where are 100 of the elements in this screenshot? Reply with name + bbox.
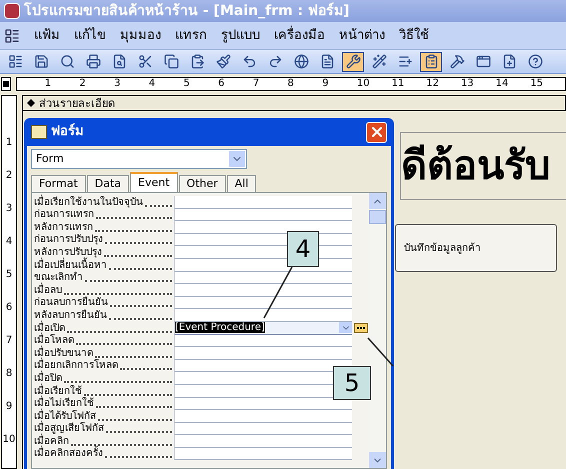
property-label: หลังการแทรก [34, 222, 93, 234]
property-value-field[interactable] [174, 196, 352, 209]
menu-icon[interactable] [4, 28, 20, 44]
property-value-field[interactable] [174, 309, 352, 322]
property-label: เมื่อยกเลิกการโหลด [34, 360, 118, 372]
list-view-icon [8, 54, 22, 69]
property-value: [Event Procedure] [175, 322, 265, 334]
property-label: เมื่อคลิก [34, 436, 69, 447]
ruler-number: 9 [322, 79, 330, 89]
property-label: เมื่อโหลด [34, 335, 74, 348]
menu-item[interactable]: มุมมอง [120, 26, 161, 46]
ruler-number: 2 [79, 79, 87, 89]
property-label: ก่อนลบการยืนยัน [34, 297, 108, 310]
property-value-field[interactable] [174, 334, 352, 348]
ruler-number: 3 [4, 204, 14, 216]
property-value-field[interactable] [174, 221, 352, 234]
ruler-number: 8 [288, 79, 295, 89]
property-value-field[interactable] [174, 208, 352, 222]
copy-icon [164, 54, 178, 69]
ruler-number: 3 [114, 79, 122, 89]
menu-item[interactable]: รูปแบบ [221, 26, 260, 46]
window-icon [476, 54, 490, 69]
dropdown-button[interactable] [339, 322, 352, 334]
ruler-number: 5 [4, 270, 14, 282]
clipboard-icon [190, 54, 204, 69]
property-label: เมื่อคลิกสองครั้ง [34, 448, 103, 460]
property-value-field[interactable] [174, 296, 352, 310]
ruler-number: 6 [218, 79, 226, 89]
property-label: เมื่อเปิด [34, 322, 65, 334]
tab[interactable]: Format [31, 175, 86, 192]
property-label: เมื่อเรียกใช้ [34, 386, 82, 396]
document-icon [320, 54, 334, 69]
ruler-number: 10 [356, 79, 371, 89]
scroll-down-button[interactable] [369, 452, 386, 468]
heading-label[interactable]: ดีต้อนรับ [400, 132, 566, 200]
property-label: เมื่อเปลี่ยนเนื้อหา [34, 260, 107, 272]
ruler-corner[interactable] [1, 77, 11, 91]
property-value-field[interactable] [174, 448, 352, 460]
dot-leader [105, 456, 172, 458]
ruler-number: 7 [4, 336, 14, 348]
property-value-field[interactable] [174, 422, 352, 436]
arrow-icon [27, 99, 35, 107]
ruler-number: 11 [392, 79, 406, 89]
ruler-number: 14 [496, 79, 510, 89]
menu-item[interactable]: เครื่องมือ [274, 26, 325, 46]
dot-leader [120, 368, 172, 370]
menu-item[interactable]: แฟ้ม [34, 26, 60, 46]
window-title: ฟอร์ม [51, 122, 84, 142]
build-button[interactable] [354, 323, 368, 334]
toolbar-button[interactable] [342, 52, 364, 72]
ruler-number: 7 [252, 79, 260, 89]
ruler-number: 4 [148, 79, 156, 89]
ruler-number: 5 [183, 79, 191, 89]
new-file-icon [502, 54, 516, 69]
dropdown-button[interactable] [229, 151, 245, 167]
property-value-field[interactable] [174, 284, 352, 297]
tab[interactable]: All [226, 175, 256, 192]
dot-leader [105, 242, 172, 244]
ruler-number: 15 [530, 79, 544, 89]
dot-leader [110, 305, 172, 308]
property-label: เมื่อปิด [34, 372, 62, 384]
scissors-icon [138, 54, 152, 69]
scroll-thumb[interactable] [369, 210, 386, 224]
menu-item[interactable]: แก้ไข [74, 26, 106, 46]
ruler-number: 12 [426, 79, 440, 89]
menu-item[interactable]: วิธีใช้ [399, 26, 429, 46]
property-value-field[interactable]: [Event Procedure] [174, 322, 352, 335]
property-label: เมื่อลบ [34, 284, 62, 296]
close-button[interactable] [366, 122, 387, 142]
undo-icon [242, 54, 256, 69]
dot-leader [104, 254, 172, 257]
help-icon [528, 54, 542, 69]
section-title: ส่วนรายละเอียด [39, 98, 115, 108]
customer-record-button[interactable]: บันทึกข้อมูลลูกค้า [395, 224, 557, 272]
scroll-up-button[interactable] [369, 193, 386, 209]
object-dropdown[interactable]: Form [31, 149, 247, 169]
app-icon [4, 3, 20, 19]
toolbar-button[interactable] [420, 52, 442, 72]
scrollbar[interactable] [369, 193, 386, 468]
tab[interactable]: Data [86, 175, 130, 192]
tab[interactable]: Other [178, 175, 226, 192]
property-value-field[interactable] [174, 272, 352, 284]
property-label: ก่อนการแทรก [34, 209, 94, 222]
property-value-field[interactable] [174, 347, 352, 360]
ruler-number: 10 [2, 435, 16, 447]
menu-item[interactable]: แทรก [175, 26, 207, 46]
property-value-field[interactable] [174, 410, 352, 423]
ruler-number: 9 [4, 402, 14, 414]
property-label: ก่อนการปรับปรุง [34, 234, 103, 246]
menu-item[interactable]: หน้าต่าง [339, 26, 385, 46]
property-value-field[interactable] [174, 398, 352, 410]
property-label: หลังการปรับปรุง [34, 246, 102, 258]
property-value-field[interactable] [174, 435, 352, 448]
property-label: เมื่อได้รับโฟกัส [34, 410, 96, 422]
tab[interactable]: Event [130, 172, 178, 192]
redo-icon [268, 54, 282, 69]
globe-icon [294, 54, 308, 69]
dot-leader [109, 318, 172, 320]
brush-icon [216, 54, 230, 69]
property-label: เมื่อปรับขนาด [34, 348, 93, 359]
